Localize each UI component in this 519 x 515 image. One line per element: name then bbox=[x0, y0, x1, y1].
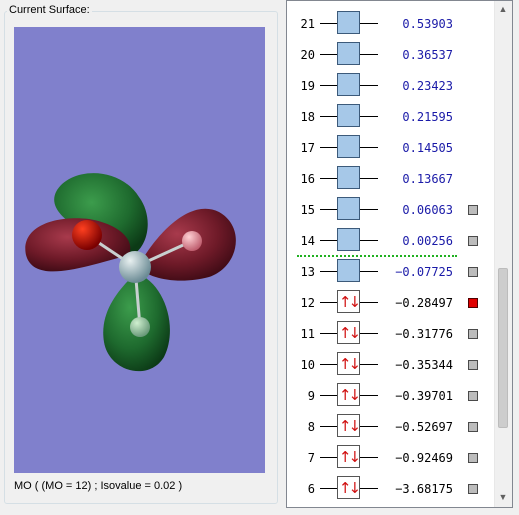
mo-number: 12 bbox=[300, 296, 315, 310]
electron-pair-icon: ↑↓ bbox=[338, 479, 361, 497]
virtual-orbital-box[interactable] bbox=[337, 166, 360, 189]
mo-energy: 0.00256 bbox=[402, 234, 453, 248]
mo-row[interactable]: 7 ↑↓ −0.92469 bbox=[287, 442, 497, 473]
occupied-orbital-box[interactable]: ↑↓ bbox=[337, 321, 361, 344]
mo-energy: 0.53903 bbox=[402, 17, 453, 31]
scroll-thumb[interactable] bbox=[498, 268, 508, 428]
surface-toggle-checkbox[interactable] bbox=[468, 453, 478, 463]
hydrogen-atom-lower bbox=[130, 317, 150, 337]
mo-number: 19 bbox=[300, 79, 315, 93]
orbital-surface-render bbox=[25, 173, 236, 372]
central-atom bbox=[119, 251, 151, 283]
mo-number: 13 bbox=[300, 265, 315, 279]
mo-number: 18 bbox=[300, 110, 315, 124]
occupied-orbital-box[interactable]: ↑↓ bbox=[337, 476, 361, 499]
virtual-orbital-box[interactable] bbox=[337, 135, 360, 158]
molecule-viewport[interactable] bbox=[14, 27, 265, 473]
virtual-orbital-box[interactable] bbox=[337, 73, 360, 96]
hydrogen-atom-right bbox=[182, 231, 202, 251]
mo-energy: −3.68175 bbox=[395, 482, 453, 496]
surface-caption: MO ( (MO = 12) ; Isovalue = 0.02 ) bbox=[14, 480, 183, 492]
mo-energy-list[interactable]: 21 0.53903 20 0.36537 19 0.23423 18 0.21595 17 0.… bbox=[286, 0, 513, 508]
mo-energy: −0.35344 bbox=[395, 358, 453, 372]
mo-row[interactable]: 13 −0.07725 bbox=[287, 256, 497, 287]
mo-energy: −0.31776 bbox=[395, 327, 453, 341]
homo-lumo-divider bbox=[297, 255, 457, 257]
virtual-orbital-box[interactable] bbox=[337, 197, 360, 220]
mo-number: 9 bbox=[307, 389, 315, 403]
electron-pair-icon: ↑↓ bbox=[338, 324, 361, 342]
mo-number: 10 bbox=[300, 358, 315, 372]
mo-number: 6 bbox=[307, 482, 315, 496]
mo-row[interactable]: 17 0.14505 bbox=[287, 132, 497, 163]
surface-toggle-checkbox[interactable] bbox=[468, 205, 478, 215]
mo-energy: 0.13667 bbox=[402, 172, 453, 186]
surface-toggle-checkbox[interactable] bbox=[468, 267, 478, 277]
scroll-down-icon[interactable]: ▼ bbox=[495, 489, 511, 506]
mo-number: 14 bbox=[300, 234, 315, 248]
virtual-orbital-box[interactable] bbox=[337, 228, 360, 251]
mo-row[interactable]: 11 ↑↓ −0.31776 bbox=[287, 318, 497, 349]
mo-number: 15 bbox=[300, 203, 315, 217]
electron-pair-icon: ↑↓ bbox=[338, 386, 361, 404]
virtual-orbital-box[interactable] bbox=[337, 42, 360, 65]
mo-energy: 0.23423 bbox=[402, 79, 453, 93]
mo-number: 16 bbox=[300, 172, 315, 186]
mo-row[interactable]: 10 ↑↓ −0.35344 bbox=[287, 349, 497, 380]
mo-number: 20 bbox=[300, 48, 315, 62]
virtual-orbital-box[interactable] bbox=[337, 259, 360, 282]
surface-toggle-checkbox[interactable] bbox=[468, 484, 478, 494]
vertical-scrollbar[interactable]: ▲ ▼ bbox=[494, 1, 512, 507]
mo-energy: −0.52697 bbox=[395, 420, 453, 434]
mo-energy: 0.14505 bbox=[402, 141, 453, 155]
electron-pair-icon: ↑↓ bbox=[338, 355, 361, 373]
surface-toggle-checkbox[interactable] bbox=[468, 329, 478, 339]
mo-energy: −0.28497 bbox=[395, 296, 453, 310]
mo-number: 7 bbox=[307, 451, 315, 465]
electron-pair-icon: ↑↓ bbox=[338, 293, 361, 311]
mo-number: 21 bbox=[300, 17, 315, 31]
oxygen-atom bbox=[72, 220, 102, 250]
mo-energy: −0.92469 bbox=[395, 451, 453, 465]
mo-row[interactable]: 14 0.00256 bbox=[287, 225, 497, 256]
occupied-orbital-box[interactable]: ↑↓ bbox=[337, 445, 361, 468]
surface-toggle-checkbox[interactable] bbox=[468, 360, 478, 370]
occupied-orbital-box[interactable]: ↑↓ bbox=[337, 414, 361, 437]
occupied-orbital-box[interactable]: ↑↓ bbox=[337, 383, 361, 406]
mo-number: 8 bbox=[307, 420, 315, 434]
occupied-orbital-box[interactable]: ↑↓ bbox=[337, 290, 361, 313]
mo-energy: −0.39701 bbox=[395, 389, 453, 403]
virtual-orbital-box[interactable] bbox=[337, 104, 360, 127]
mo-row[interactable]: 16 0.13667 bbox=[287, 163, 497, 194]
mo-number: 17 bbox=[300, 141, 315, 155]
virtual-orbital-box[interactable] bbox=[337, 11, 360, 34]
surface-toggle-checkbox[interactable] bbox=[468, 236, 478, 246]
surface-toggle-checkbox[interactable] bbox=[468, 422, 478, 432]
current-surface-title: Current Surface: bbox=[7, 4, 92, 16]
mo-row[interactable]: 9 ↑↓ −0.39701 bbox=[287, 380, 497, 411]
mo-row[interactable]: 8 ↑↓ −0.52697 bbox=[287, 411, 497, 442]
mo-row[interactable]: 21 0.53903 bbox=[287, 8, 497, 39]
electron-pair-icon: ↑↓ bbox=[338, 448, 361, 466]
mo-row[interactable]: 19 0.23423 bbox=[287, 70, 497, 101]
mo-number: 11 bbox=[300, 327, 315, 341]
surface-toggle-checkbox[interactable] bbox=[468, 298, 478, 308]
mo-row[interactable]: 6 ↑↓ −3.68175 bbox=[287, 473, 497, 504]
mo-row[interactable]: 20 0.36537 bbox=[287, 39, 497, 70]
surface-toggle-checkbox[interactable] bbox=[468, 391, 478, 401]
electron-pair-icon: ↑↓ bbox=[338, 417, 361, 435]
mo-row[interactable]: 12 ↑↓ −0.28497 bbox=[287, 287, 497, 318]
scroll-up-icon[interactable]: ▲ bbox=[495, 1, 511, 18]
occupied-orbital-box[interactable]: ↑↓ bbox=[337, 352, 361, 375]
mo-energy: 0.06063 bbox=[402, 203, 453, 217]
mo-energy: −0.07725 bbox=[395, 265, 453, 279]
mo-energy: 0.21595 bbox=[402, 110, 453, 124]
mo-row[interactable]: 15 0.06063 bbox=[287, 194, 497, 225]
mo-row[interactable]: 18 0.21595 bbox=[287, 101, 497, 132]
mo-energy: 0.36537 bbox=[402, 48, 453, 62]
